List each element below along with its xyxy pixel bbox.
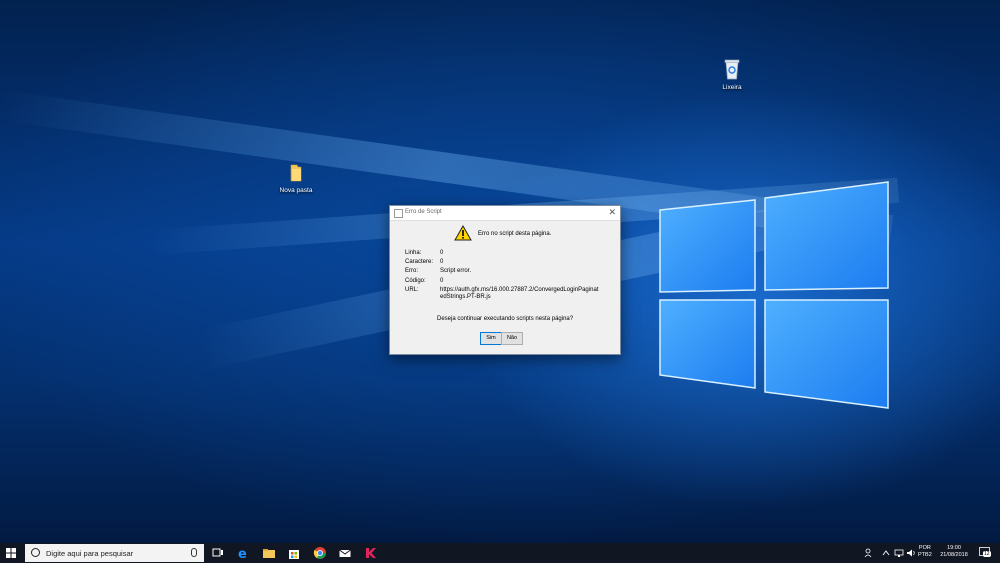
error-headline: Erro no script desta página. [478,231,552,237]
windows-logo-wallpaper [659,181,889,409]
chrome-icon[interactable] [313,546,327,560]
field-row-url: URL: https://auth.gfx.ms/16.000.27887.2/C… [405,287,600,301]
warning-icon [454,225,472,241]
recycle-bin-icon [724,59,740,80]
people-icon[interactable] [864,548,874,558]
folder-icon [290,164,302,182]
clock-date: 21/08/2018 [940,552,968,558]
lang-line2: PTB2 [918,552,932,558]
lang-line1: POR [918,545,931,551]
script-error-dialog: Erro de Script ✕ Erro no script desta pá… [389,205,621,355]
network-icon[interactable] [894,548,904,558]
svg-text:e: e [238,547,247,560]
field-label: Linha: [405,250,422,256]
file-explorer-icon[interactable] [262,546,276,560]
field-value: 0 [440,250,444,256]
field-label: Código: [405,278,426,284]
mail-icon[interactable] [338,546,352,560]
dialog-titlebar[interactable]: Erro de Script ✕ [390,206,620,221]
clock-time: 19:00 [947,545,961,551]
field-label: URL: [405,287,419,293]
task-view-icon[interactable] [211,546,225,560]
notification-center-icon[interactable]: 12 [979,547,991,558]
cortana-icon [31,548,40,557]
field-label: Caractere: [405,259,434,265]
language-indicator[interactable]: POR PTB2 [918,545,932,559]
notification-badge: 12 [983,551,991,557]
app-icon [394,209,403,218]
clock[interactable]: 19:00 21/08/2018 [936,545,972,559]
continue-question: Deseja continuar executando scripts nest… [437,316,574,322]
close-icon[interactable]: ✕ [608,207,616,218]
desktop-icon-label: Nova pasta [279,187,313,194]
field-row-error: Erro: Script error. [405,268,600,275]
field-value: Script error. [440,268,472,274]
field-row-code: Código: 0 [405,278,600,285]
field-value: 0 [440,278,444,284]
microphone-icon[interactable] [191,548,197,557]
system-tray [862,543,922,563]
search-placeholder: Digite aqui para pesquisar [46,549,134,558]
dialog-title: Erro de Script [405,209,442,215]
field-label: Erro: [405,268,419,274]
taskbar-search-box[interactable]: Digite aqui para pesquisar [25,544,204,562]
chevron-up-icon[interactable] [882,549,890,557]
kaspersky-icon[interactable] [364,546,378,560]
field-value: 0 [440,259,444,265]
store-icon[interactable] [287,546,301,560]
desktop-icon-recycle-bin[interactable]: Lixeira [710,58,754,91]
yes-button[interactable]: Sim [480,332,502,345]
no-button[interactable]: Não [501,332,523,345]
desktop-icon-label: Lixeira [722,84,742,91]
volume-icon[interactable] [906,548,916,558]
edge-icon[interactable]: e [236,546,250,560]
taskbar: Digite aqui para pesquisar e POR PTB2 19… [0,543,1000,563]
windows-start-icon[interactable] [6,548,16,558]
field-value: https://auth.gfx.ms/16.000.27887.2/Conve… [440,287,599,300]
field-row-char: Caractere: 0 [405,259,600,266]
desktop-icon-new-folder[interactable]: Nova pasta [274,163,318,194]
field-row-line: Linha: 0 [405,250,600,257]
